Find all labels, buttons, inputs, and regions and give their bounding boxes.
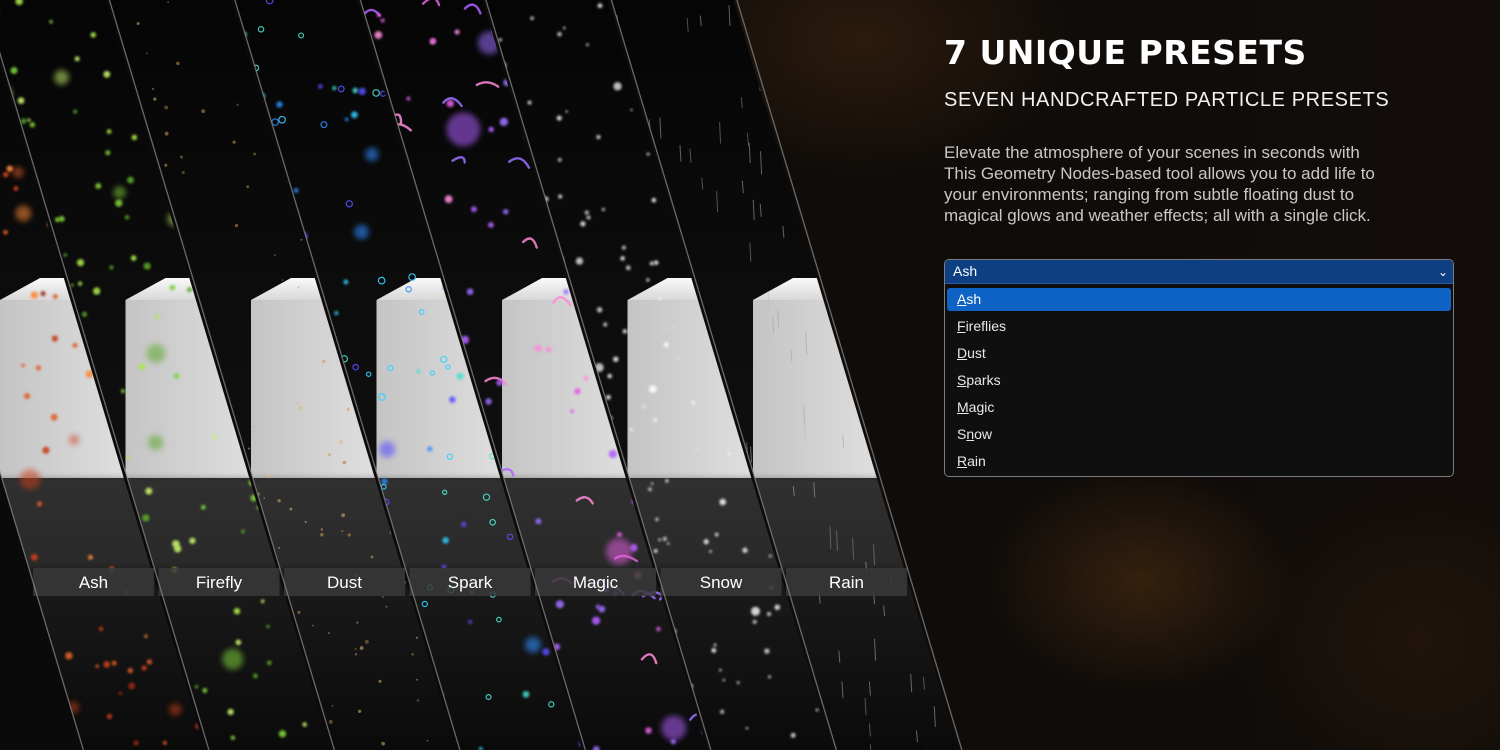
preset-option-rain[interactable]: Rain xyxy=(947,450,1451,477)
page-subtitle: SEVEN HANDCRAFTED PARTICLE PRESETS xyxy=(944,89,1390,111)
cube xyxy=(753,300,913,478)
description-line: Elevate the atmosphere of your scenes in… xyxy=(944,143,1360,162)
preset-option-fireflies[interactable]: Fireflies xyxy=(947,315,1451,342)
preset-label: Magic xyxy=(573,573,619,592)
preset-option-ash[interactable]: Ash xyxy=(947,288,1451,311)
description: Elevate the atmosphere of your scenes in… xyxy=(944,142,1444,226)
preset-label: Rain xyxy=(829,573,864,592)
info-panel: 7 UNIQUE PRESETS SEVEN HANDCRAFTED PARTI… xyxy=(944,34,1464,226)
preset-select[interactable]: Ash ⌄ xyxy=(945,260,1453,284)
preset-option-magic[interactable]: Magic xyxy=(947,396,1451,423)
preset-option-sparks[interactable]: Sparks xyxy=(947,369,1451,396)
preset-option-dust[interactable]: Dust xyxy=(947,342,1451,369)
page-title: 7 UNIQUE PRESETS xyxy=(944,33,1307,72)
preset-label: Spark xyxy=(448,573,493,592)
description-line: your environments; ranging from subtle f… xyxy=(944,185,1355,204)
preset-label: Firefly xyxy=(196,573,243,592)
description-line: magical glows and weather effects; all w… xyxy=(944,206,1371,225)
preset-select-value: Ash xyxy=(953,263,978,279)
description-line: This Geometry Nodes-based tool allows yo… xyxy=(944,164,1375,183)
preset-dropdown[interactable]: Ash ⌄ Ash Fireflies Dust Sparks Magic Snow Rai… xyxy=(944,259,1454,477)
preset-label: Snow xyxy=(700,573,743,592)
chevron-down-icon[interactable]: ⌄ xyxy=(1438,261,1448,284)
preset-label: Dust xyxy=(327,573,362,592)
preset-option-snow[interactable]: Snow xyxy=(947,423,1451,450)
preset-option-list: Ash Fireflies Dust Sparks Magic Snow Rain xyxy=(947,288,1451,477)
preset-label: Ash xyxy=(79,573,108,592)
